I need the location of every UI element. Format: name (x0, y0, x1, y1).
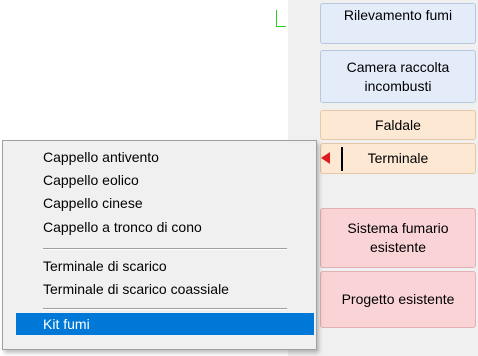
camera-raccolta-label: Camera raccolta incombusti (346, 58, 450, 94)
faldale-label: Faldale (375, 116, 421, 133)
corner-marker (276, 10, 286, 27)
menu-item-kit-fumi[interactable]: Kit fumi (16, 313, 314, 335)
rilevamento-fumi-label: Rilevamento fumi (343, 7, 453, 23)
terminale-button[interactable]: Terminale (320, 143, 476, 174)
progetto-esistente-label: Progetto esistente (341, 291, 455, 307)
sistema-fumario-label: Sistema fumario esistente (347, 220, 449, 255)
terminale-label: Terminale (367, 150, 429, 166)
menu-item-terminale-scarico[interactable]: Terminale di scarico (16, 255, 314, 277)
context-menu: Cappello antivento Cappello eolico Cappe… (2, 140, 317, 350)
text-cursor-icon (341, 147, 343, 171)
faldale-button[interactable]: Faldale (320, 110, 476, 140)
menu-item-cappello-cinese[interactable]: Cappello cinese (16, 192, 314, 214)
menu-item-cappello-eolico[interactable]: Cappello eolico (16, 169, 314, 191)
progetto-esistente-button[interactable]: Progetto esistente (320, 271, 476, 328)
menu-item-terminale-scarico-coassiale[interactable]: Terminale di scarico coassiale (16, 278, 314, 300)
sistema-fumario-button[interactable]: Sistema fumario esistente (320, 208, 476, 268)
active-marker-icon (321, 152, 330, 164)
menu-separator (43, 308, 287, 310)
menu-item-cappello-tronco-cono[interactable]: Cappello a tronco di cono (16, 216, 314, 238)
menu-item-cappello-antivento[interactable]: Cappello antivento (16, 146, 314, 168)
camera-raccolta-button[interactable]: Camera raccolta incombusti (320, 50, 476, 103)
rilevamento-fumi-button[interactable]: Rilevamento fumi (320, 3, 476, 44)
menu-separator (43, 248, 287, 250)
